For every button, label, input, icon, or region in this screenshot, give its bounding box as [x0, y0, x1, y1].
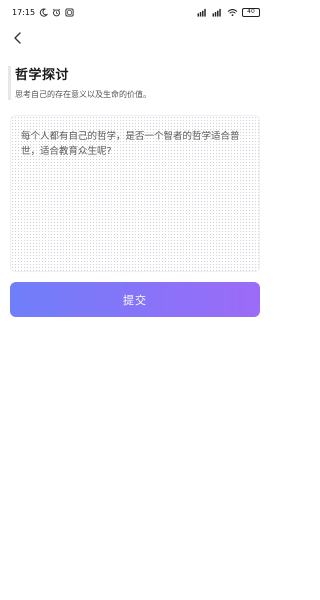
- page-subtitle: 思考自己的存在意义以及生命的价值。: [15, 90, 151, 99]
- title-accent-bar: [8, 66, 11, 100]
- moon-icon: [39, 8, 49, 17]
- chevron-left-icon: [14, 32, 21, 44]
- back-button[interactable]: [9, 29, 27, 47]
- status-bar: 17:15 40: [0, 0, 270, 24]
- photo-app-icon: [65, 7, 74, 17]
- status-bar-right: 40: [197, 7, 260, 17]
- question-text: 每个人都有自己的哲学，是否一个智者的哲学适合普世，适合教育众生呢?: [21, 131, 240, 157]
- question-card[interactable]: 每个人都有自己的哲学，是否一个智者的哲学适合普世，适合教育众生呢?: [10, 115, 260, 272]
- battery-indicator: 40: [242, 7, 260, 17]
- signal-icon: [197, 8, 206, 17]
- submit-button[interactable]: 提交: [10, 282, 260, 317]
- page-title: 哲学探讨: [15, 68, 70, 83]
- alarm-icon: [52, 8, 61, 16]
- signal-2-icon: [212, 8, 221, 17]
- wifi-icon: [227, 8, 238, 16]
- status-bar-left: 17:15: [12, 8, 74, 17]
- status-time: 17:15: [12, 7, 36, 17]
